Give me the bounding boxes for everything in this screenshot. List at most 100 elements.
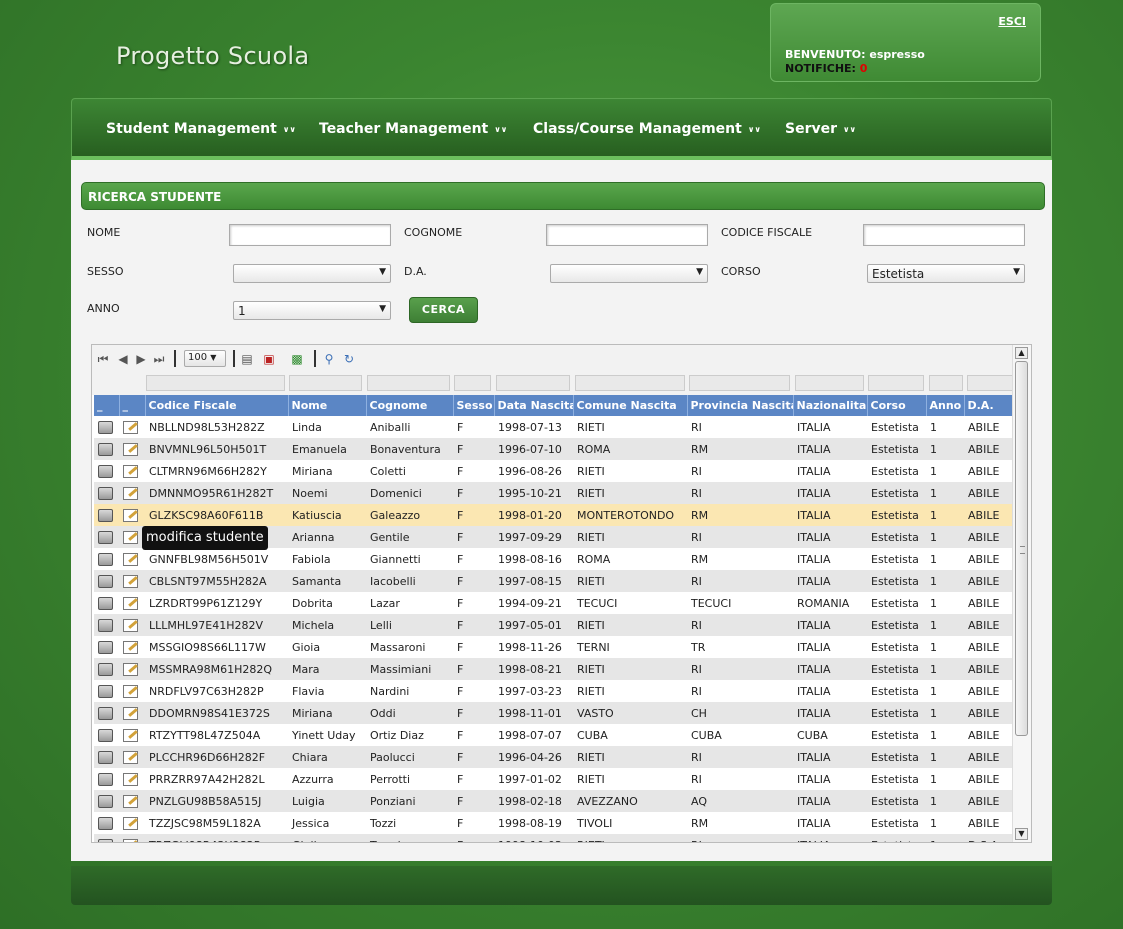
table-row[interactable]: DDOMRN98S41E372S Miriana Oddi F 1998-11-01 VA… [94, 702, 1014, 724]
prev-page-icon[interactable]: ◀ [116, 352, 130, 366]
nome-input[interactable] [229, 224, 391, 246]
excel-export-icon[interactable]: ▩ [290, 352, 304, 366]
cognome-input[interactable] [546, 224, 708, 246]
nav-server[interactable]: Server ∨∨ [785, 121, 856, 137]
column-header[interactable]: Nome [288, 395, 367, 416]
table-row[interactable]: DMNNMO95R61H282T Noemi Domenici F 1995-10-21… [94, 482, 1014, 504]
edit-icon[interactable] [123, 641, 138, 654]
trash-icon[interactable] [98, 817, 113, 830]
last-page-icon[interactable]: ⏭ [152, 352, 166, 366]
cerca-button[interactable]: CERCA [409, 297, 478, 323]
edit-icon[interactable] [123, 465, 138, 478]
edit-icon[interactable] [123, 597, 138, 610]
column-header[interactable]: D.A. [964, 395, 1015, 416]
search-icon[interactable]: ⚲ [322, 352, 336, 366]
table-row[interactable]: MSSMRA98M61H282Q Mara Massimiani F 1998-08-2… [94, 658, 1014, 680]
column-header[interactable]: Nazionalita' [793, 395, 868, 416]
table-row[interactable]: BNVMNL96L50H501T Emanuela Bonaventura F 1996… [94, 438, 1014, 460]
trash-icon[interactable] [98, 663, 113, 676]
column-header[interactable]: Cognome [366, 395, 454, 416]
table-row[interactable]: TZZJSC98M59L182A Jessica Tozzi F 1998-08-19 T… [94, 812, 1014, 834]
column-header[interactable]: Corso [867, 395, 927, 416]
logout-link[interactable]: ESCI [998, 15, 1026, 28]
trash-icon[interactable] [98, 575, 113, 588]
table-row[interactable]: PRRZRR97A42H282L Azzurra Perrotti F 1997-01-… [94, 768, 1014, 790]
codice-fiscale-input[interactable] [863, 224, 1025, 246]
trash-icon[interactable] [98, 465, 113, 478]
trash-icon[interactable] [98, 619, 113, 632]
trash-icon[interactable] [98, 685, 113, 698]
trash-icon[interactable] [98, 773, 113, 786]
table-row[interactable]: GLZKSC98A60F611B Katiuscia Galeazzo F 1998-0… [94, 504, 1014, 526]
edit-icon[interactable] [123, 817, 138, 830]
filter-anno[interactable] [929, 375, 963, 391]
notifications-count[interactable]: 0 [860, 62, 868, 75]
filter-sesso[interactable] [454, 375, 491, 391]
table-row[interactable]: PNZLGU98B58A515J Luigia Ponziani F 1998-02-1… [94, 790, 1014, 812]
filter-data-nascita[interactable] [496, 375, 570, 391]
scroll-down-icon[interactable]: ▼ [1015, 828, 1028, 840]
sesso-select[interactable]: ▼ [233, 264, 391, 283]
column-header[interactable]: _ [119, 395, 146, 416]
table-row[interactable]: LZRDRT99P61Z129Y Dobrita Lazar F 1994-09-21 T… [94, 592, 1014, 614]
edit-icon[interactable] [123, 575, 138, 588]
edit-icon[interactable] [123, 795, 138, 808]
edit-icon[interactable] [123, 663, 138, 676]
first-page-icon[interactable]: ⏮ [96, 352, 110, 366]
edit-icon[interactable] [123, 487, 138, 500]
document-icon[interactable]: ▤ [240, 352, 254, 366]
edit-icon[interactable] [123, 531, 138, 544]
trash-icon[interactable] [98, 641, 113, 654]
edit-icon[interactable] [123, 553, 138, 566]
filter-cognome[interactable] [367, 375, 450, 391]
edit-icon[interactable] [123, 443, 138, 456]
scroll-thumb[interactable] [1015, 361, 1028, 736]
filter-provincia-nascita[interactable] [689, 375, 790, 391]
filter-da[interactable] [967, 375, 1013, 391]
table-row[interactable]: MSSGIO98S66L117W Gioia Massaroni F 1998-11-2… [94, 636, 1014, 658]
edit-icon[interactable] [123, 839, 138, 842]
trash-icon[interactable] [98, 443, 113, 456]
page-size-select[interactable]: 100 ▼ [184, 350, 226, 367]
edit-icon[interactable] [123, 751, 138, 764]
filter-corso[interactable] [868, 375, 924, 391]
trash-icon[interactable] [98, 729, 113, 742]
nav-teacher-management[interactable]: Teacher Management ∨∨ [319, 121, 507, 137]
table-row[interactable]: TRZGLI98R43H282PGiuliaTrozziF1998-10-03R… [94, 834, 1014, 842]
pdf-export-icon[interactable]: ▣ [262, 352, 276, 366]
table-row[interactable]: RTZYTT98L47Z504A Yinett Uday Ortiz Diaz F 19… [94, 724, 1014, 746]
trash-icon[interactable] [98, 707, 113, 720]
refresh-icon[interactable]: ↻ [342, 352, 356, 366]
trash-icon[interactable] [98, 751, 113, 764]
trash-icon[interactable] [98, 597, 113, 610]
anno-select[interactable]: 1 ▼ [233, 301, 391, 320]
corso-select[interactable]: Estetista ▼ [867, 264, 1025, 283]
column-header[interactable]: Anno [926, 395, 965, 416]
da-select[interactable]: ▼ [550, 264, 708, 283]
grid-scrollbar[interactable]: ▲ ▼ [1012, 345, 1031, 842]
edit-icon[interactable] [123, 707, 138, 720]
column-header[interactable]: Codice Fiscale [145, 395, 289, 416]
trash-icon[interactable] [98, 487, 113, 500]
column-header[interactable]: _ [94, 395, 120, 416]
filter-codice-fiscale[interactable] [146, 375, 285, 391]
column-header[interactable]: Provincia Nascita [687, 395, 794, 416]
nav-student-management[interactable]: Student Management ∨∨ [106, 121, 296, 137]
nav-class-course-management[interactable]: Class/Course Management ∨∨ [533, 121, 761, 137]
trash-icon[interactable] [98, 795, 113, 808]
next-page-icon[interactable]: ▶ [134, 352, 148, 366]
table-row[interactable]: NBLLND98L53H282Z Linda Aniballi F 1998-07-13… [94, 416, 1014, 438]
trash-icon[interactable] [98, 839, 113, 842]
table-row[interactable]: PLCCHR96D66H282F Chiara Paolucci F 1996-04-2… [94, 746, 1014, 768]
trash-icon[interactable] [98, 509, 113, 522]
column-header[interactable]: Data Nascita [494, 395, 574, 416]
scroll-up-icon[interactable]: ▲ [1015, 347, 1028, 359]
edit-icon[interactable] [123, 509, 138, 522]
edit-icon[interactable] [123, 729, 138, 742]
edit-icon[interactable] [123, 619, 138, 632]
trash-icon[interactable] [98, 421, 113, 434]
table-row[interactable]: NRDFLV97C63H282P Flavia Nardini F 1997-03-23… [94, 680, 1014, 702]
filter-nazionalita[interactable] [795, 375, 864, 391]
column-header[interactable]: Comune Nascita [573, 395, 688, 416]
trash-icon[interactable] [98, 553, 113, 566]
